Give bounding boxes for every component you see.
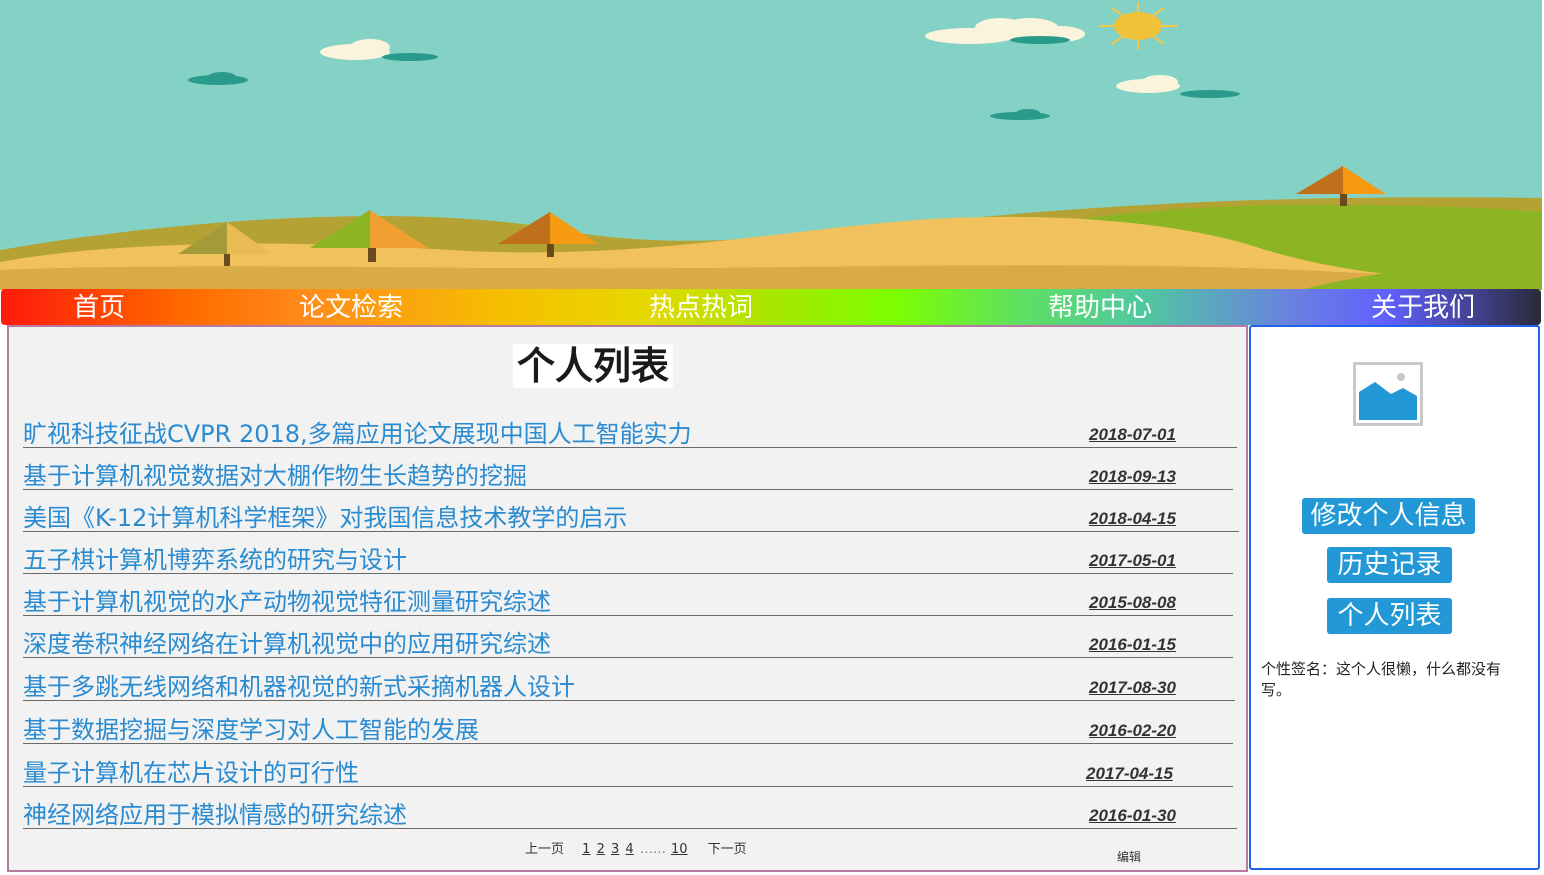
list-item: 基于计算机视觉数据对大棚作物生长趋势的挖掘 2018-09-13	[23, 449, 1233, 490]
user-signature: 个性签名：这个人很懒，什么都没有写。	[1261, 660, 1502, 699]
list-item: 基于数据挖掘与深度学习对人工智能的发展 2016-02-20	[23, 703, 1233, 744]
list-item-date: 2016-02-20	[1089, 721, 1176, 740]
list-item: 神经网络应用于模拟情感的研究综述 2016-01-30	[23, 788, 1237, 829]
page-title: 个人列表	[9, 335, 1177, 390]
list-item: 基于多跳无线网络和机器视觉的新式采摘机器人设计 2017-08-30	[23, 660, 1235, 701]
list-item-title-link[interactable]: 深度卷积神经网络在计算机视觉中的应用研究综述	[23, 624, 551, 659]
list-item-title-link[interactable]: 旷视科技征战CVPR 2018,多篇应用论文展现中国人工智能实力	[23, 414, 692, 449]
list-item-date: 2016-01-15	[1089, 635, 1176, 654]
list-item: 基于计算机视觉的水产动物视觉特征测量研究综述 2015-08-08	[23, 575, 1233, 616]
list-item-date: 2015-08-08	[1089, 593, 1176, 612]
pager-next-link[interactable]: 下一页	[708, 842, 747, 857]
list-item: 量子计算机在芯片设计的可行性 2017-04-15	[23, 746, 1233, 787]
top-nav-bar: 首页 论文检索 热点热词 帮助中心 关于我们	[1, 289, 1541, 325]
pager-ellipsis: ……	[639, 842, 666, 857]
list-item-date: 2017-05-01	[1089, 551, 1176, 570]
pager-page-link[interactable]: 10	[671, 842, 688, 857]
pager-page-link[interactable]: 2	[597, 842, 605, 857]
nav-item-help-center[interactable]: 帮助中心	[1048, 289, 1152, 325]
personal-list-button[interactable]: 个人列表	[1327, 598, 1452, 634]
user-side-panel: 修改个人信息 历史记录 个人列表 个性签名：这个人很懒，什么都没有写。	[1249, 325, 1540, 870]
edit-profile-button[interactable]: 修改个人信息	[1302, 498, 1475, 534]
pager-prev-link[interactable]: 上一页	[525, 842, 564, 857]
personal-list-panel: 个人列表 旷视科技征战CVPR 2018,多篇应用论文展现中国人工智能实力 20…	[7, 325, 1248, 872]
header-banner-illustration	[0, 0, 1542, 290]
page-title-text: 个人列表	[512, 344, 673, 388]
nav-item-home[interactable]: 首页	[73, 289, 125, 325]
edit-link[interactable]: 编辑	[1117, 848, 1141, 865]
list-item-date: 2018-07-01	[1089, 425, 1176, 444]
list-item-date: 2018-04-15	[1089, 509, 1176, 528]
list-item-title-link[interactable]: 神经网络应用于模拟情感的研究综述	[23, 795, 407, 830]
list-item-date: 2018-09-13	[1089, 467, 1176, 486]
list-item-title-link[interactable]: 基于数据挖掘与深度学习对人工智能的发展	[23, 710, 479, 745]
list-item-title-link[interactable]: 基于计算机视觉数据对大棚作物生长趋势的挖掘	[23, 456, 527, 491]
list-item-title-link[interactable]: 量子计算机在芯片设计的可行性	[23, 753, 359, 788]
list-item: 五子棋计算机博弈系统的研究与设计 2017-05-01	[23, 533, 1233, 574]
history-button[interactable]: 历史记录	[1327, 547, 1452, 583]
nav-item-paper-search[interactable]: 论文检索	[299, 289, 403, 325]
list-item: 深度卷积神经网络在计算机视觉中的应用研究综述 2016-01-15	[23, 617, 1233, 658]
list-item-title-link[interactable]: 五子棋计算机博弈系统的研究与设计	[23, 540, 407, 575]
list-item: 旷视科技征战CVPR 2018,多篇应用论文展现中国人工智能实力 2018-07…	[23, 407, 1237, 448]
list-item-date: 2017-04-15	[1086, 764, 1173, 783]
nav-item-hot-words[interactable]: 热点热词	[649, 289, 753, 325]
pager-page-link[interactable]: 4	[625, 842, 633, 857]
list-item: 美国《K-12计算机科学框架》对我国信息技术教学的启示 2018-04-15	[23, 491, 1239, 532]
list-item-date: 2016-01-30	[1089, 806, 1176, 825]
pager-page-link[interactable]: 1	[582, 842, 590, 857]
avatar-image-placeholder-icon	[1353, 362, 1423, 426]
nav-item-about-us[interactable]: 关于我们	[1371, 289, 1475, 325]
list-item-title-link[interactable]: 基于计算机视觉的水产动物视觉特征测量研究综述	[23, 582, 551, 617]
list-item-title-link[interactable]: 基于多跳无线网络和机器视觉的新式采摘机器人设计	[23, 667, 575, 702]
list-item-date: 2017-08-30	[1089, 678, 1176, 697]
pager-page-link[interactable]: 3	[611, 842, 619, 857]
list-item-title-link[interactable]: 美国《K-12计算机科学框架》对我国信息技术教学的启示	[23, 498, 627, 533]
pagination: 上一页 1 2 3 4 …… 10 下一页	[525, 838, 750, 857]
